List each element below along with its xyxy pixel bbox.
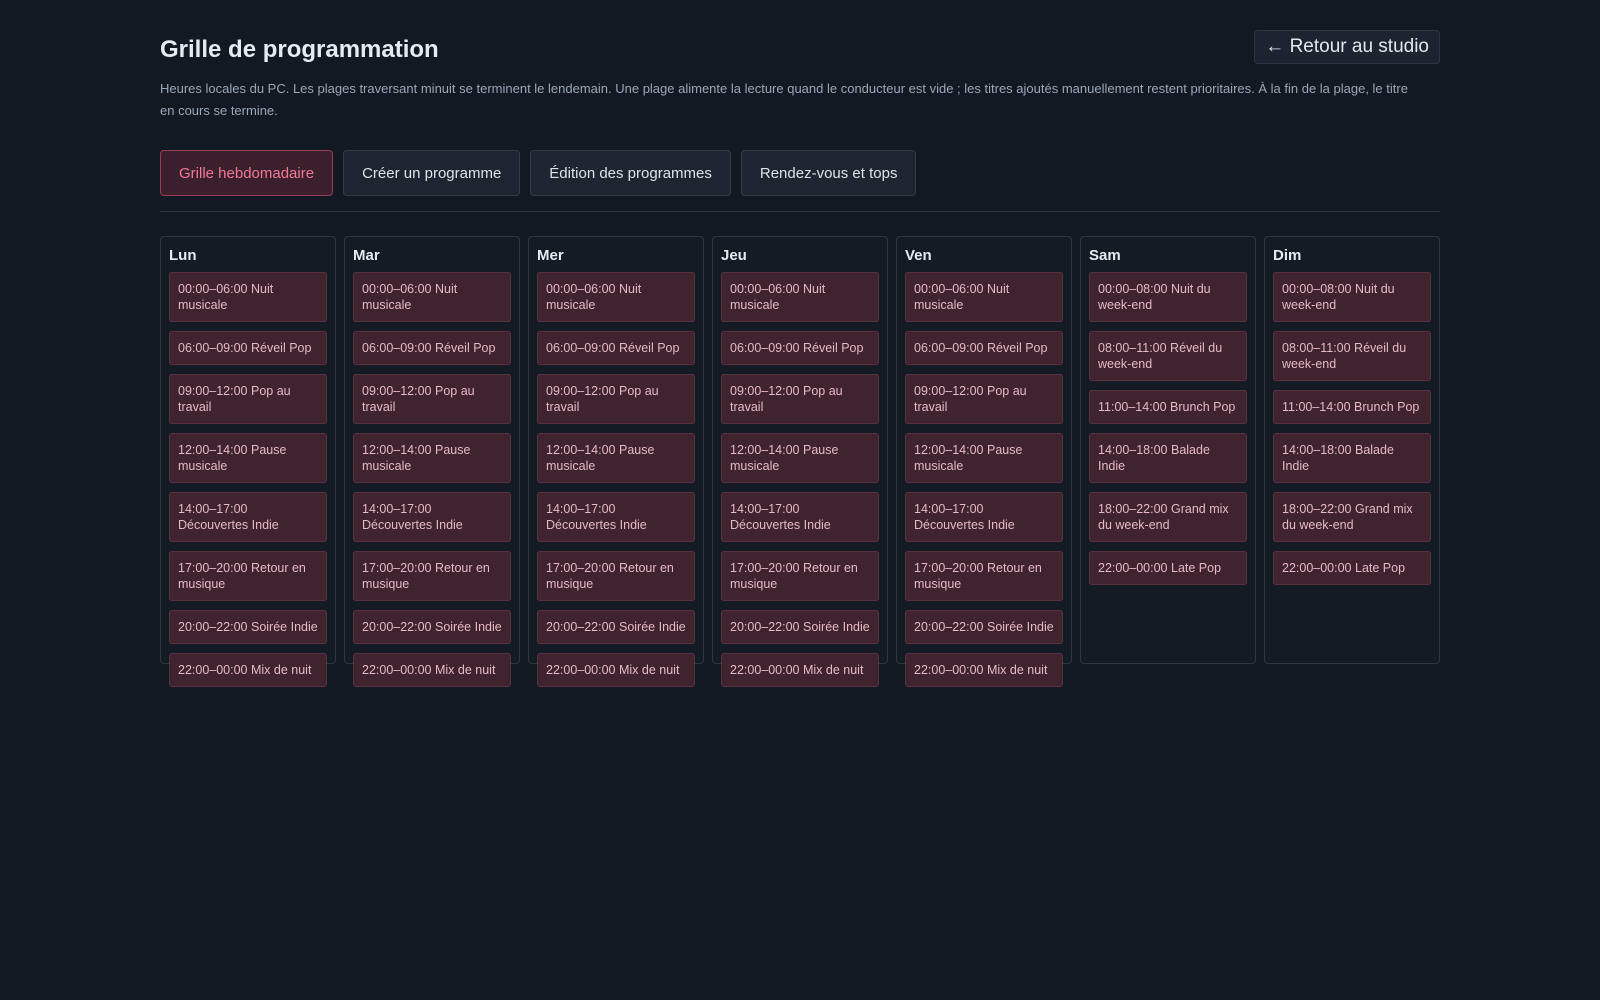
program-slot[interactable]: 17:00–20:00 Retour en musique <box>169 551 327 601</box>
program-slot[interactable]: 20:00–22:00 Soirée Indie <box>905 610 1063 644</box>
program-slot[interactable]: 12:00–14:00 Pause musicale <box>169 433 327 483</box>
program-slot[interactable]: 22:00–00:00 Late Pop <box>1273 551 1431 585</box>
program-slot[interactable]: 14:00–17:00 Découvertes Indie <box>905 492 1063 542</box>
day-column: Ven 00:00–06:00 Nuit musicale 06:00–09:00 … <box>896 236 1072 687</box>
tab-create-program[interactable]: Créer un programme <box>343 150 521 196</box>
program-slot[interactable]: 00:00–06:00 Nuit musicale <box>905 272 1063 322</box>
day-name: Mer <box>537 247 564 264</box>
program-slot[interactable]: 20:00–22:00 Soirée Indie <box>169 610 327 644</box>
page-description: Heures locales du PC. Les plages travers… <box>160 81 1408 118</box>
program-slot[interactable]: 09:00–12:00 Pop au travail <box>353 374 511 424</box>
day-name: Jeu <box>721 247 747 264</box>
program-slot[interactable]: 14:00–18:00 Balade Indie <box>1089 433 1247 483</box>
program-slot[interactable]: 06:00–09:00 Réveil Pop <box>721 331 879 365</box>
program-slot[interactable]: 09:00–12:00 Pop au travail <box>169 374 327 424</box>
program-slot[interactable]: 14:00–18:00 Balade Indie <box>1273 433 1431 483</box>
program-slot[interactable]: 14:00–17:00 Découvertes Indie <box>169 492 327 542</box>
program-slot[interactable]: 12:00–14:00 Pause musicale <box>721 433 879 483</box>
program-slot[interactable]: 11:00–14:00 Brunch Pop <box>1273 390 1431 424</box>
page-header: Grille de programmation ← Retour au stud… <box>160 0 1440 64</box>
program-slot[interactable]: 06:00–09:00 Réveil Pop <box>353 331 511 365</box>
day-name: Sam <box>1089 247 1121 264</box>
program-slot[interactable]: 08:00–11:00 Réveil du week-end <box>1089 331 1247 381</box>
program-slot[interactable]: 00:00–06:00 Nuit musicale <box>537 272 695 322</box>
day-column: Mer 00:00–06:00 Nuit musicale 06:00–09:00 … <box>528 236 704 687</box>
program-slot[interactable]: 14:00–17:00 Découvertes Indie <box>353 492 511 542</box>
program-slot[interactable]: 00:00–08:00 Nuit du week-end <box>1273 272 1431 322</box>
program-slot[interactable]: 14:00–17:00 Découvertes Indie <box>721 492 879 542</box>
program-slot[interactable]: 17:00–20:00 Retour en musique <box>353 551 511 601</box>
day-column: Jeu 00:00–06:00 Nuit musicale 06:00–09:00 … <box>712 236 888 687</box>
program-slot[interactable]: 06:00–09:00 Réveil Pop <box>905 331 1063 365</box>
program-slot[interactable]: 06:00–09:00 Réveil Pop <box>537 331 695 365</box>
program-slot[interactable]: 11:00–14:00 Brunch Pop <box>1089 390 1247 424</box>
day-column: Dim 00:00–08:00 Nuit du week-end 08:00–11:… <box>1264 236 1440 664</box>
page-title: Grille de programmation <box>160 36 439 63</box>
program-slot[interactable]: 00:00–06:00 Nuit musicale <box>721 272 879 322</box>
program-slot[interactable]: 12:00–14:00 Pause musicale <box>905 433 1063 483</box>
program-slot[interactable]: 17:00–20:00 Retour en musique <box>905 551 1063 601</box>
program-slot[interactable]: 20:00–22:00 Soirée Indie <box>353 610 511 644</box>
program-slot[interactable]: 00:00–06:00 Nuit musicale <box>169 272 327 322</box>
schedule-page: Grille de programmation ← Retour au stud… <box>160 0 1440 687</box>
program-slot[interactable]: 22:00–00:00 Mix de nuit <box>721 653 879 687</box>
day-name: Mar <box>353 247 380 264</box>
program-slot[interactable]: 09:00–12:00 Pop au travail <box>905 374 1063 424</box>
day-name: Ven <box>905 247 932 264</box>
program-slot[interactable]: 22:00–00:00 Mix de nuit <box>353 653 511 687</box>
weekly-grid: Lun 00:00–06:00 Nuit musicale 06:00–09:00 … <box>160 236 1440 687</box>
day-column: Sam 00:00–08:00 Nuit du week-end 08:00–11:… <box>1080 236 1256 664</box>
program-slot[interactable]: 14:00–17:00 Découvertes Indie <box>537 492 695 542</box>
program-slot[interactable]: 12:00–14:00 Pause musicale <box>537 433 695 483</box>
program-slot[interactable]: 17:00–20:00 Retour en musique <box>721 551 879 601</box>
tab-appointments[interactable]: Rendez-vous et tops <box>740 150 917 196</box>
program-slot[interactable]: 00:00–08:00 Nuit du week-end <box>1089 272 1247 322</box>
program-slot[interactable]: 09:00–12:00 Pop au travail <box>721 374 879 424</box>
program-slot[interactable]: 08:00–11:00 Réveil du week-end <box>1273 331 1431 381</box>
program-slot[interactable]: 22:00–00:00 Mix de nuit <box>905 653 1063 687</box>
program-slot[interactable]: 20:00–22:00 Soirée Indie <box>537 610 695 644</box>
divider <box>160 211 1440 212</box>
program-slot[interactable]: 06:00–09:00 Réveil Pop <box>169 331 327 365</box>
day-column: Lun 00:00–06:00 Nuit musicale 06:00–09:00 … <box>160 236 336 687</box>
day-column: Mar 00:00–06:00 Nuit musicale 06:00–09:00 … <box>344 236 520 687</box>
program-slot[interactable]: 18:00–22:00 Grand mix du week-end <box>1089 492 1247 542</box>
day-name: Dim <box>1273 247 1302 264</box>
program-slot[interactable]: 22:00–00:00 Mix de nuit <box>537 653 695 687</box>
program-slot[interactable]: 20:00–22:00 Soirée Indie <box>721 610 879 644</box>
program-slot[interactable]: 09:00–12:00 Pop au travail <box>537 374 695 424</box>
tab-edit-programs[interactable]: Édition des programmes <box>530 150 731 196</box>
program-slot[interactable]: 22:00–00:00 Late Pop <box>1089 551 1247 585</box>
day-name: Lun <box>169 247 197 264</box>
tab-bar: Grille hebdomadaire Créer un programme É… <box>160 150 1440 196</box>
program-slot[interactable]: 22:00–00:00 Mix de nuit <box>169 653 327 687</box>
program-slot[interactable]: 17:00–20:00 Retour en musique <box>537 551 695 601</box>
back-to-studio-button[interactable]: ← Retour au studio <box>1254 30 1440 64</box>
tab-weekly-grid[interactable]: Grille hebdomadaire <box>160 150 334 196</box>
program-slot[interactable]: 12:00–14:00 Pause musicale <box>353 433 511 483</box>
program-slot[interactable]: 00:00–06:00 Nuit musicale <box>353 272 511 322</box>
program-slot[interactable]: 18:00–22:00 Grand mix du week-end <box>1273 492 1431 542</box>
